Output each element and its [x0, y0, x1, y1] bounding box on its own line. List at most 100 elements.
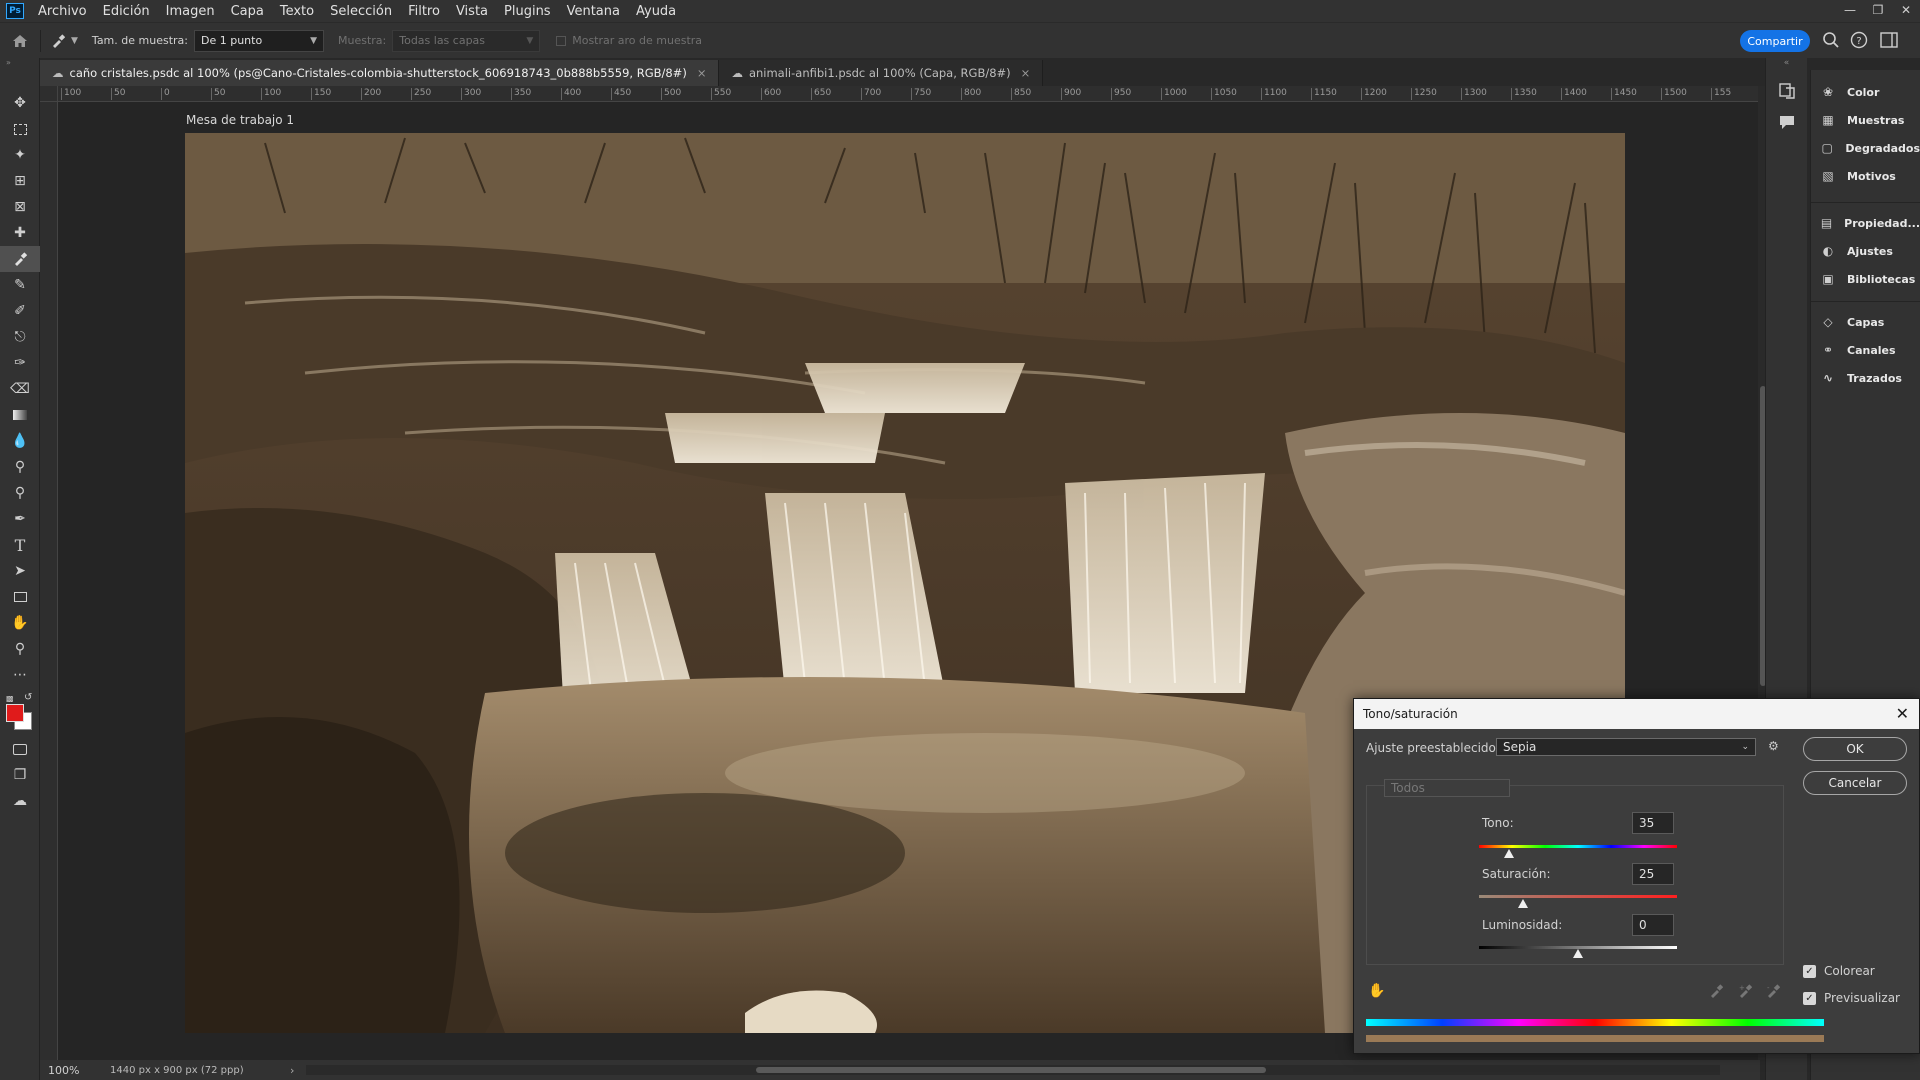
help-icon[interactable]: ?: [1850, 31, 1868, 53]
horizontal-scrollbar[interactable]: [306, 1065, 1720, 1075]
workspace-icon[interactable]: [1880, 32, 1898, 52]
screen-mode-icon[interactable]: ❐: [0, 762, 40, 788]
show-ring-checkbox[interactable]: Mostrar aro de muestra: [556, 34, 702, 47]
close-window-icon[interactable]: ✕: [1892, 0, 1920, 22]
close-tab-icon[interactable]: ×: [1021, 66, 1031, 80]
pen-tool-icon[interactable]: ✒: [0, 506, 40, 532]
panel-capas[interactable]: ◇ Capas: [1811, 308, 1920, 336]
dodge-tool-icon[interactable]: ⚲: [0, 454, 40, 480]
zoom-tool-icon[interactable]: ⚲: [0, 636, 40, 662]
foreground-color-swatch[interactable]: [6, 704, 24, 722]
gradient-tool-icon[interactable]: [0, 402, 40, 428]
ruler-origin[interactable]: [40, 86, 58, 102]
eyedropper-preset-icon[interactable]: ▼: [51, 33, 78, 48]
more-tools-icon[interactable]: ⋯: [0, 662, 40, 688]
rectangle-tool-icon[interactable]: [0, 584, 40, 610]
clone-stamp-tool-icon[interactable]: ⎋: [0, 324, 40, 350]
hand-tool-icon[interactable]: ✋: [0, 610, 40, 636]
menu-filtro[interactable]: Filtro: [400, 4, 448, 19]
hue-slider-thumb[interactable]: [1504, 849, 1515, 858]
panel-degradados[interactable]: ▢ Degradados: [1811, 134, 1920, 162]
path-selection-tool-icon[interactable]: ➤: [0, 558, 40, 584]
crop-tool-2-icon[interactable]: ✚: [0, 220, 40, 246]
saturation-slider-thumb[interactable]: [1517, 899, 1528, 908]
hue-slider-track[interactable]: [1479, 845, 1677, 848]
healing-brush-tool-icon[interactable]: ✎: [0, 272, 40, 298]
horizontal-scroll-thumb[interactable]: [756, 1067, 1267, 1073]
share-button[interactable]: Compartir: [1740, 30, 1810, 52]
menu-archivo[interactable]: Archivo: [30, 4, 95, 19]
panel-trazados[interactable]: ∿ Trazados: [1811, 364, 1920, 392]
menu-ventana[interactable]: Ventana: [559, 4, 628, 19]
sample-size-select[interactable]: De 1 punto ▼: [193, 29, 324, 52]
crop-tool-icon[interactable]: ⊞: [0, 168, 40, 194]
zoom-level[interactable]: 100%: [40, 1064, 110, 1077]
preset-select[interactable]: Sepia ⌄: [1496, 738, 1756, 756]
restore-icon[interactable]: ❐: [1864, 0, 1892, 22]
search-icon[interactable]: [1822, 31, 1840, 53]
panel-bibliotecas[interactable]: ▣ Bibliotecas: [1811, 265, 1920, 293]
status-expand-icon[interactable]: ›: [290, 1064, 294, 1077]
collapse-icon[interactable]: »: [0, 58, 39, 68]
cloud-docs-icon[interactable]: ☁: [0, 788, 40, 814]
eraser-tool-icon[interactable]: ⌫: [0, 376, 40, 402]
quick-mask-icon[interactable]: [0, 736, 40, 762]
panel-motivos[interactable]: ▧ Motivos: [1811, 162, 1920, 190]
frame-tool-icon[interactable]: ⊠: [0, 194, 40, 220]
panel-color[interactable]: ❀ Color: [1811, 78, 1920, 106]
menu-imagen[interactable]: Imagen: [158, 4, 223, 19]
ok-button[interactable]: OK: [1803, 737, 1907, 761]
move-tool-icon[interactable]: ✥: [0, 90, 40, 116]
eyedropper-minus-icon[interactable]: -: [1766, 983, 1781, 1002]
eyedropper-plus-icon[interactable]: +: [1738, 983, 1753, 1002]
menu-seleccion[interactable]: Selección: [322, 4, 400, 19]
history-icon[interactable]: [1778, 82, 1807, 104]
targeted-adjustment-hand-icon[interactable]: ✋: [1368, 983, 1385, 999]
sample-select[interactable]: Todas las capas ▼: [392, 29, 541, 52]
menu-capa[interactable]: Capa: [223, 4, 272, 19]
menu-texto[interactable]: Texto: [272, 4, 322, 19]
marquee-tool-icon[interactable]: [0, 116, 40, 142]
home-icon[interactable]: [0, 34, 40, 48]
panel-propiedades[interactable]: ▤ Propiedad...: [1811, 209, 1920, 237]
colorize-checkbox[interactable]: ✓ Colorear: [1803, 964, 1875, 978]
comments-icon[interactable]: [1778, 114, 1807, 134]
panel-ajustes[interactable]: ◐ Ajustes: [1811, 237, 1920, 265]
color-swatches[interactable]: ▩ ↺: [0, 688, 39, 736]
channel-select[interactable]: Todos: [1384, 779, 1510, 797]
hue-input[interactable]: 35: [1632, 812, 1674, 834]
close-dialog-icon[interactable]: ✕: [1896, 704, 1909, 723]
ruler-vertical[interactable]: [40, 102, 58, 1060]
cancel-button[interactable]: Cancelar: [1803, 771, 1907, 795]
lightness-slider-thumb[interactable]: [1573, 949, 1583, 958]
saturation-input[interactable]: 25: [1632, 863, 1674, 885]
panel-canales[interactable]: ⚭ Canales: [1811, 336, 1920, 364]
saturation-slider-track[interactable]: [1479, 895, 1677, 898]
swap-colors-icon[interactable]: ↺: [24, 692, 32, 703]
document-info[interactable]: 1440 px x 900 px (72 ppp): [110, 1065, 290, 1076]
dialog-title-bar[interactable]: Tono/saturación: [1354, 699, 1919, 729]
menu-vista[interactable]: Vista: [448, 4, 496, 19]
ruler-horizontal[interactable]: 100 50 0 50 100 150 200 250 300 350 400 450 500 550 60…: [58, 86, 1758, 102]
artboard-label[interactable]: Mesa de trabajo 1: [186, 113, 294, 127]
menu-plugins[interactable]: Plugins: [496, 4, 559, 19]
tab-animali-anfibi[interactable]: ☁ animali-anfibi1.psdc al 100% (Capa, RG…: [719, 60, 1044, 86]
sponge-tool-icon[interactable]: ⚲: [0, 480, 40, 506]
lightness-input[interactable]: 0: [1632, 914, 1674, 936]
object-selection-tool-icon[interactable]: ✦: [0, 142, 40, 168]
preset-options-gear-icon[interactable]: ⚙: [1768, 739, 1779, 753]
menu-ayuda[interactable]: Ayuda: [628, 4, 684, 19]
tab-cano-cristales[interactable]: ☁ caño cristales.psdc al 100% (ps@Cano-C…: [40, 60, 720, 86]
eyedropper-icon[interactable]: [1709, 983, 1724, 1002]
menu-edicion[interactable]: Edición: [95, 4, 158, 19]
close-tab-icon[interactable]: ×: [697, 66, 707, 80]
panel-muestras[interactable]: ▦ Muestras: [1811, 106, 1920, 134]
minimize-icon[interactable]: —: [1836, 0, 1864, 22]
preview-checkbox[interactable]: ✓ Previsualizar: [1803, 991, 1900, 1005]
default-colors-icon[interactable]: ▩: [6, 694, 14, 703]
history-brush-tool-icon[interactable]: ✑: [0, 350, 40, 376]
eyedropper-tool-icon[interactable]: [0, 246, 40, 272]
type-tool-icon[interactable]: T: [0, 532, 40, 558]
collapse-panels-icon[interactable]: «: [1766, 58, 1807, 68]
brush-tool-icon[interactable]: ✐: [0, 298, 40, 324]
